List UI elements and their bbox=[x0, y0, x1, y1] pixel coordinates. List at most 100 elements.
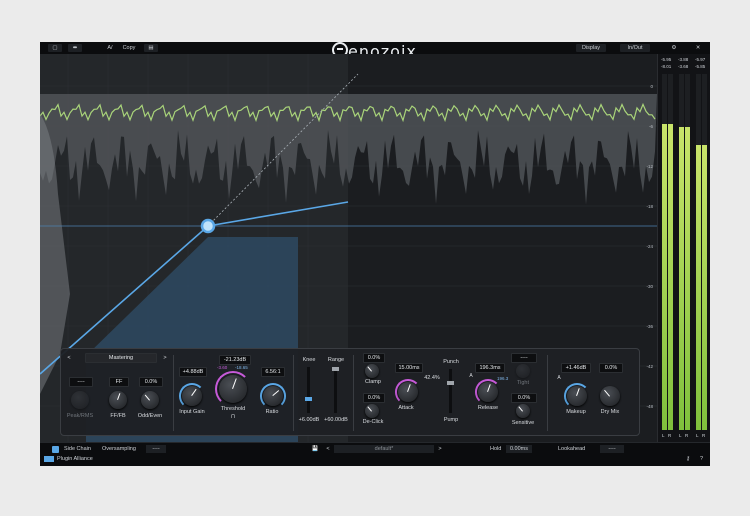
window-button[interactable]: ▢ bbox=[48, 44, 62, 52]
control-panel: < Mastering > ---- Peak/RMS FF FF/FB 0.0… bbox=[60, 348, 640, 436]
range-value: +60.00dB bbox=[324, 417, 348, 423]
punch-pump-slider[interactable] bbox=[447, 369, 454, 413]
peak-rms-knob[interactable] bbox=[71, 391, 89, 409]
axis-label: -24 bbox=[646, 244, 653, 249]
plugin-alliance-logo bbox=[44, 456, 54, 462]
meter-channel-label: L bbox=[662, 433, 665, 438]
threshold-value[interactable]: -21.23dB bbox=[219, 355, 251, 365]
ratio-value[interactable]: 6.56:1 bbox=[261, 367, 285, 377]
threshold-sub-a: -3.60 bbox=[217, 365, 228, 370]
level-meters: -5.95 -3.88 -5.97 -8.01 -3.68 -5.85 L R … bbox=[657, 54, 710, 442]
declick-knob[interactable] bbox=[365, 404, 379, 418]
display-button[interactable]: Display bbox=[576, 44, 606, 52]
odd-even-label: Odd/Even bbox=[137, 413, 163, 419]
meter-channel-label: L bbox=[679, 433, 682, 438]
preset-next-button[interactable]: > bbox=[436, 445, 444, 453]
meter-fill bbox=[702, 145, 707, 430]
preset-prev-button[interactable]: < bbox=[324, 445, 332, 453]
meter-fill bbox=[696, 145, 701, 430]
sensitive-knob[interactable] bbox=[516, 404, 530, 418]
meter-fill bbox=[685, 127, 690, 430]
makeup-knob[interactable] bbox=[567, 386, 587, 406]
threshold-knob[interactable] bbox=[219, 375, 247, 403]
tight-value[interactable]: ---- bbox=[511, 353, 537, 363]
declick-label: De-Click bbox=[362, 419, 384, 425]
divider bbox=[353, 355, 354, 431]
knee-slider[interactable] bbox=[305, 367, 312, 413]
meter-channel-label: R bbox=[685, 433, 689, 438]
mode-selector[interactable]: Mastering bbox=[85, 353, 157, 363]
release-knob[interactable] bbox=[478, 382, 498, 402]
preset-selector[interactable]: default* bbox=[334, 445, 434, 453]
knee-handle[interactable] bbox=[305, 397, 312, 401]
divider bbox=[293, 355, 294, 431]
axis-label: -12 bbox=[646, 164, 653, 169]
axis-label: -18 bbox=[646, 204, 653, 209]
undo-button[interactable]: ⬌ bbox=[68, 44, 82, 52]
ff-fb-knob[interactable] bbox=[109, 391, 127, 409]
ratio-knob[interactable] bbox=[263, 386, 283, 406]
peak-rms-value[interactable]: ---- bbox=[69, 377, 93, 387]
threshold-handle[interactable] bbox=[200, 218, 216, 234]
attack-knob[interactable] bbox=[398, 382, 418, 402]
menu-icon[interactable]: ▤ bbox=[144, 44, 158, 52]
gear-icon[interactable]: ⚙ bbox=[668, 44, 680, 52]
hold-value[interactable]: 0.00ms bbox=[506, 445, 532, 453]
hold-label: Hold bbox=[490, 446, 502, 452]
clamp-knob[interactable] bbox=[365, 364, 379, 378]
divider bbox=[547, 355, 548, 431]
meter-rms-value: -8.01 bbox=[661, 64, 672, 69]
ab-toggle[interactable]: A/ bbox=[104, 44, 116, 52]
meter-peak-value: -5.97 bbox=[695, 57, 706, 62]
punch-pump-handle[interactable] bbox=[447, 381, 454, 385]
tight-knob[interactable] bbox=[516, 364, 530, 378]
meter-fill bbox=[662, 123, 667, 430]
makeup-value[interactable]: +1.46dB bbox=[561, 363, 591, 373]
range-slider[interactable] bbox=[332, 367, 339, 413]
meter-rms-value: -3.68 bbox=[678, 64, 689, 69]
help-icon[interactable]: ? bbox=[700, 455, 703, 463]
range-handle[interactable] bbox=[332, 367, 339, 371]
input-gain-knob[interactable] bbox=[182, 386, 202, 406]
dry-mix-label: Dry Mix bbox=[600, 409, 620, 415]
meter-rms-value: -5.85 bbox=[695, 64, 706, 69]
declick-value[interactable]: 0.0% bbox=[363, 393, 385, 403]
release-label: Release bbox=[477, 405, 499, 411]
release-sub-value: 196.3 bbox=[497, 376, 509, 381]
release-auto-toggle[interactable]: A bbox=[467, 373, 475, 379]
save-icon[interactable]: 💾 bbox=[310, 445, 320, 453]
odd-even-value[interactable]: 0.0% bbox=[139, 377, 163, 387]
axis-label: -42 bbox=[646, 364, 653, 369]
meter-channel-label: R bbox=[668, 433, 672, 438]
close-icon[interactable]: ✕ bbox=[692, 44, 704, 52]
in-out-button[interactable]: In/Out bbox=[620, 44, 650, 52]
attack-label: Attack bbox=[398, 405, 414, 411]
meter-bar bbox=[702, 74, 707, 430]
sensitive-value[interactable]: 0.0% bbox=[511, 393, 537, 403]
dry-mix-value[interactable]: 0.0% bbox=[599, 363, 623, 373]
clamp-value[interactable]: 0.0% bbox=[363, 353, 385, 363]
input-gain-value[interactable]: +4.88dB bbox=[179, 367, 207, 377]
meter-bar bbox=[685, 74, 690, 430]
key-icon[interactable]: ⚷ bbox=[686, 455, 690, 463]
attack-value[interactable]: 15.00ms bbox=[395, 363, 423, 373]
meter-channel-label: R bbox=[702, 433, 706, 438]
axis-label: -30 bbox=[646, 284, 653, 289]
release-value[interactable]: 196.3ms bbox=[475, 363, 505, 373]
sidechain-checkbox[interactable] bbox=[52, 446, 59, 453]
prev-preset-button[interactable]: < bbox=[65, 355, 73, 361]
copy-button[interactable]: Copy bbox=[120, 44, 138, 52]
headphone-icon[interactable]: ⊓ bbox=[227, 414, 239, 420]
lookahead-value[interactable]: ---- bbox=[600, 445, 624, 453]
dry-mix-knob[interactable] bbox=[600, 386, 620, 406]
next-preset-button[interactable]: > bbox=[161, 355, 169, 361]
makeup-auto-toggle[interactable]: A bbox=[555, 375, 563, 381]
ff-fb-value[interactable]: FF bbox=[109, 377, 129, 387]
meter-peak-value: -5.95 bbox=[661, 57, 672, 62]
oversampling-select[interactable]: ---- bbox=[146, 445, 166, 453]
threshold-sub-b: -18.65 bbox=[235, 365, 248, 370]
odd-even-knob[interactable] bbox=[141, 391, 159, 409]
pump-value: 42.4% bbox=[424, 375, 440, 381]
meter-bar bbox=[668, 74, 673, 430]
plugin-window: ▢ ⬌ A/ Copy ▤ Display In/Out ⚙ ✕ enozoix bbox=[40, 42, 710, 466]
